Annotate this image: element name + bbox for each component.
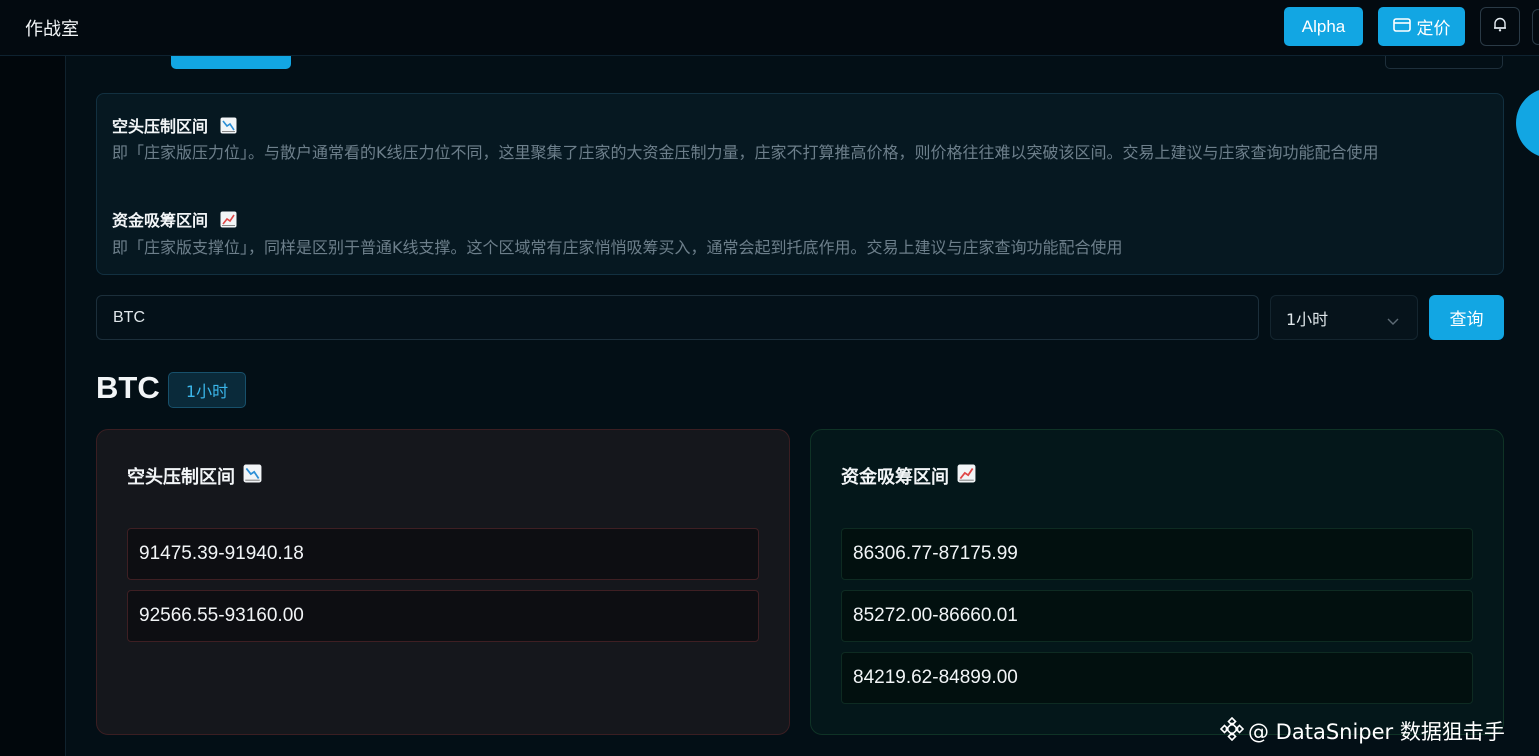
long-panel-title: 资金吸筹区间 <box>841 463 976 489</box>
chart-increasing-icon <box>957 464 976 488</box>
long-range-row: 84219.62-84899.00 <box>841 652 1473 704</box>
info-short-title: 空头压制区间 <box>112 113 237 137</box>
chart-decreasing-icon <box>220 117 237 134</box>
chart-decreasing-icon <box>243 464 262 488</box>
top-bar: 作战室 Alpha 定价 <box>0 0 1539 56</box>
help-button[interactable] <box>1385 56 1503 69</box>
short-range-row: 91475.39-91940.18 <box>127 528 759 580</box>
alpha-button[interactable]: Alpha <box>1284 7 1363 46</box>
user-menu-button[interactable] <box>1532 9 1539 45</box>
chart-increasing-icon <box>220 211 237 228</box>
short-panel-title: 空头压制区间 <box>127 463 262 489</box>
info-card: 空头压制区间 即「庄家版压力位」。与散户通常看的K线压力位不同，这里聚集了庄家的… <box>96 93 1504 275</box>
result-interval-badge: 1小时 <box>168 372 246 408</box>
pricing-button[interactable]: 定价 <box>1378 7 1465 46</box>
accumulation-panel: 资金吸筹区间 86306.77-87175.99 85272.00-86660.… <box>810 429 1504 735</box>
chevron-down-icon <box>1387 311 1399 330</box>
binance-logo-icon <box>1219 716 1245 746</box>
watermark-text: @ DataSniper 数据狙击手 <box>1248 720 1505 744</box>
symbol-search-input[interactable] <box>96 295 1259 340</box>
interval-select-value: 1小时 <box>1286 309 1329 329</box>
card-icon <box>1392 17 1411 37</box>
short-range-row: 92566.55-93160.00 <box>127 590 759 642</box>
long-range-row: 85272.00-86660.01 <box>841 590 1473 642</box>
info-long-title: 资金吸筹区间 <box>112 207 237 231</box>
watermark: @ DataSniper 数据狙击手 <box>1219 716 1505 746</box>
short-pressure-panel: 空头压制区间 91475.39-91940.18 92566.55-93160.… <box>96 429 790 735</box>
interval-select[interactable]: 1小时 <box>1270 295 1418 340</box>
long-range-row: 86306.77-87175.99 <box>841 528 1473 580</box>
notifications-button[interactable] <box>1480 7 1520 46</box>
result-symbol: BTC <box>96 370 160 405</box>
bell-icon <box>1493 17 1507 36</box>
pricing-label: 定价 <box>1416 19 1451 39</box>
query-button[interactable]: 查询 <box>1429 295 1504 340</box>
heading-badge <box>171 56 291 69</box>
info-long-desc: 即「庄家版支撑位」，同样是区别于普通K线支撑。这个区域常有庄家悄悄吸筹买入，通常… <box>112 238 1123 257</box>
main-content: 空头压制区间 即「庄家版压力位」。与散户通常看的K线压力位不同，这里聚集了庄家的… <box>66 56 1539 756</box>
info-short-desc: 即「庄家版压力位」。与散户通常看的K线压力位不同，这里聚集了庄家的大资金压制力量… <box>112 143 1379 162</box>
floating-action-button[interactable] <box>1516 88 1539 158</box>
sidebar <box>0 56 66 756</box>
app-title: 作战室 <box>25 19 79 40</box>
